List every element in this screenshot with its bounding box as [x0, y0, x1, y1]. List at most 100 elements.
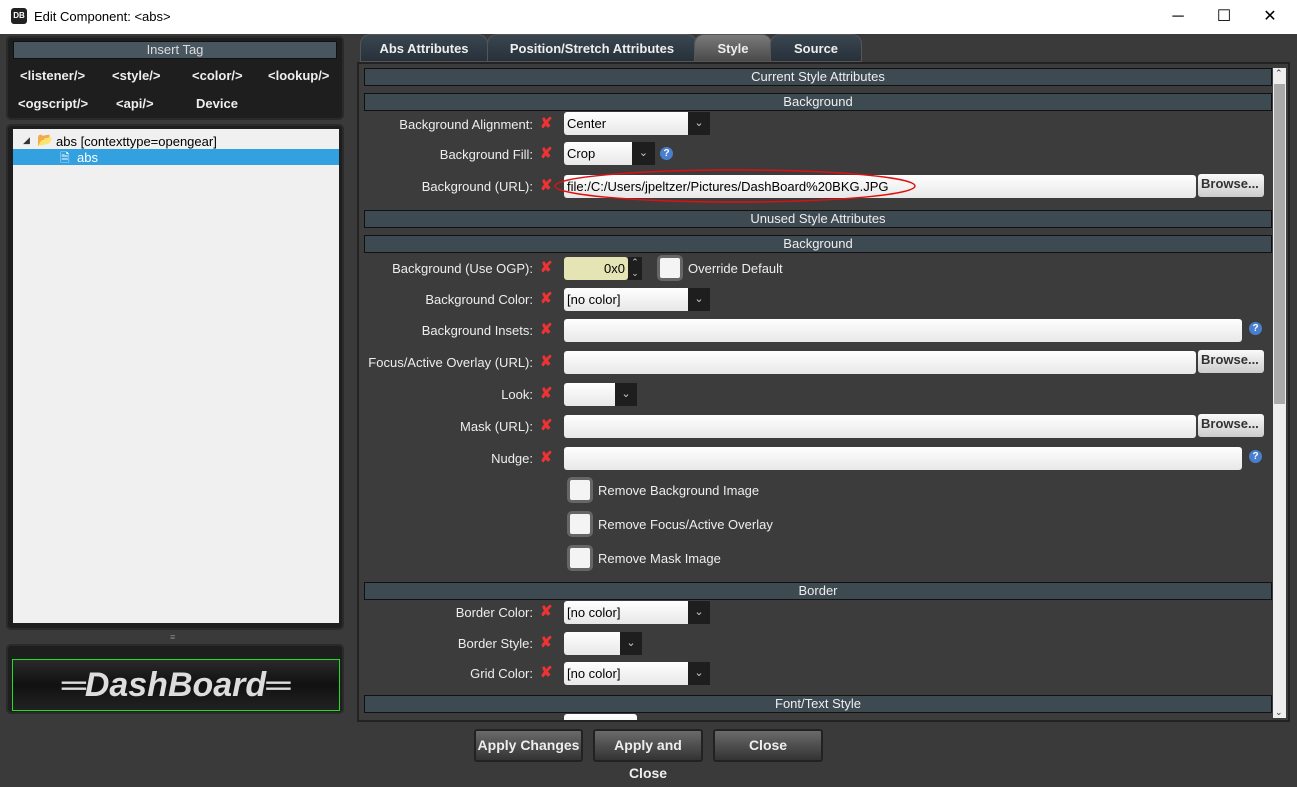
remove-icon[interactable]: ✘: [540, 633, 553, 651]
bg-alignment-select[interactable]: Center ⌄: [564, 112, 710, 135]
remove-icon[interactable]: ✘: [540, 258, 553, 276]
label-bg-alignment: Background Alignment:: [399, 117, 533, 132]
folder-icon: 📂: [37, 132, 54, 147]
remove-icon[interactable]: ✘: [540, 384, 553, 402]
override-default-label: Override Default: [688, 261, 783, 276]
remove-bg-image-label: Remove Background Image: [598, 483, 760, 498]
browse-button[interactable]: Browse...: [1198, 174, 1264, 197]
tree-node-root[interactable]: abs [contexttype=opengear]: [56, 134, 217, 149]
dashboard-logo: ═DashBoard═: [12, 659, 340, 711]
remove-icon[interactable]: ✘: [540, 663, 553, 681]
chevron-down-icon[interactable]: ⌄: [615, 383, 637, 406]
label-bg-color: Background Color:: [425, 292, 533, 307]
remove-icon[interactable]: ✘: [540, 352, 553, 370]
logo-panel: ═DashBoard═: [6, 644, 344, 714]
apply-and-close-button[interactable]: Apply and Close: [593, 729, 703, 781]
tab-abs-attributes[interactable]: Abs Attributes: [360, 34, 488, 62]
maximize-button[interactable]: ☐: [1202, 4, 1246, 30]
section-background-unused: Background: [364, 235, 1272, 253]
look-select[interactable]: ⌄: [564, 383, 637, 406]
tree-node-child: abs: [77, 150, 98, 165]
label-nudge: Nudge:: [491, 451, 533, 466]
chevron-down-icon[interactable]: ⌄: [688, 601, 710, 624]
red-annotation-ellipse: [554, 169, 916, 203]
component-tree-panel: ◢ 📂 abs [contexttype=opengear] 🗎 abs: [6, 124, 344, 630]
remove-focus-overlay-checkbox[interactable]: [567, 511, 593, 537]
nudge-input[interactable]: [564, 447, 1242, 470]
section-current: Current Style Attributes: [364, 68, 1272, 86]
section-font-text: Font/Text Style: [364, 695, 1272, 713]
spinner-arrows-icon[interactable]: ⌃ ⌄: [628, 257, 642, 280]
bg-insets-input[interactable]: [564, 319, 1242, 342]
section-border: Border: [364, 582, 1272, 600]
label-bg-fill: Background Fill:: [439, 147, 533, 162]
close-window-button[interactable]: ✕: [1248, 4, 1292, 30]
tag-style[interactable]: <style/>: [112, 68, 160, 83]
label-bg-url: Background (URL):: [421, 179, 533, 194]
label-bg-ogp: Background (Use OGP):: [392, 261, 533, 276]
help-icon[interactable]: ?: [1249, 450, 1262, 463]
section-unused: Unused Style Attributes: [364, 210, 1272, 228]
scrollbar-thumb[interactable]: [1274, 84, 1285, 404]
insert-tag-panel: Insert Tag <listener/> <style/> <color/>…: [6, 36, 344, 120]
apply-changes-button[interactable]: Apply Changes: [474, 729, 583, 762]
label-bg-insets: Background Insets:: [421, 323, 533, 338]
bg-color-select[interactable]: [no color] ⌄: [564, 288, 710, 311]
tag-listener[interactable]: <listener/>: [20, 68, 85, 83]
help-icon[interactable]: ?: [1249, 322, 1262, 335]
font-select[interactable]: [564, 714, 637, 720]
splitter-handle[interactable]: ≡: [170, 632, 175, 642]
tag-lookup[interactable]: <lookup/>: [268, 68, 329, 83]
focus-overlay-input[interactable]: [564, 351, 1196, 374]
chevron-down-icon[interactable]: ⌄: [688, 662, 710, 685]
grid-color-select[interactable]: [no color] ⌄: [564, 662, 710, 685]
bg-fill-select[interactable]: Crop ⌄: [564, 142, 655, 165]
expand-arrow-icon[interactable]: ◢: [23, 135, 30, 146]
label-focus-overlay: Focus/Active Overlay (URL):: [368, 355, 533, 370]
browse-button[interactable]: Browse...: [1198, 414, 1264, 437]
browse-button[interactable]: Browse...: [1198, 350, 1264, 373]
remove-icon[interactable]: ✘: [540, 602, 553, 620]
tab-style[interactable]: Style: [694, 34, 772, 62]
tab-source[interactable]: Source: [770, 34, 862, 62]
chevron-down-icon[interactable]: ⌄: [688, 112, 710, 135]
scroll-up-icon[interactable]: ⌃: [1275, 68, 1283, 79]
remove-icon[interactable]: ✘: [540, 448, 553, 466]
label-look: Look:: [501, 387, 533, 402]
remove-focus-overlay-label: Remove Focus/Active Overlay: [598, 517, 773, 532]
help-icon[interactable]: ?: [660, 147, 673, 160]
remove-icon[interactable]: ✘: [540, 114, 553, 132]
remove-icon[interactable]: ✘: [540, 144, 553, 162]
close-button[interactable]: Close: [713, 729, 823, 762]
insert-tag-header: Insert Tag: [13, 41, 337, 59]
chevron-down-icon[interactable]: ⌄: [632, 142, 655, 165]
mask-input[interactable]: [564, 415, 1196, 438]
override-default-checkbox[interactable]: [657, 255, 683, 281]
scroll-down-icon[interactable]: ⌄: [1275, 707, 1283, 718]
label-border-style: Border Style:: [457, 636, 533, 651]
section-background-current: Background: [364, 93, 1272, 111]
remove-icon[interactable]: ✘: [540, 289, 553, 307]
label-border-color: Border Color:: [455, 605, 533, 620]
tag-color[interactable]: <color/>: [192, 68, 243, 83]
minimize-button[interactable]: ─: [1156, 4, 1200, 30]
file-icon: 🗎: [60, 151, 70, 165]
chevron-down-icon[interactable]: ⌄: [688, 288, 710, 311]
tag-api[interactable]: <api/>: [116, 96, 154, 111]
border-color-select[interactable]: [no color] ⌄: [564, 601, 710, 624]
remove-bg-image-checkbox[interactable]: [567, 477, 593, 503]
tab-position-stretch[interactable]: Position/Stretch Attributes: [487, 34, 697, 62]
remove-icon[interactable]: ✘: [540, 320, 553, 338]
remove-mask-image-label: Remove Mask Image: [598, 551, 721, 566]
border-style-select[interactable]: ⌄: [564, 632, 642, 655]
remove-mask-image-checkbox[interactable]: [567, 545, 593, 571]
tag-device[interactable]: Device: [196, 96, 238, 111]
clipped-row: [364, 714, 1272, 720]
tag-ogscript[interactable]: <ogscript/>: [18, 96, 88, 111]
vertical-scrollbar[interactable]: ⌃ ⌄: [1273, 68, 1286, 718]
tree-node-selected[interactable]: 🗎 abs: [13, 149, 339, 165]
remove-icon[interactable]: ✘: [540, 416, 553, 434]
bg-ogp-spinner[interactable]: 0x0: [564, 257, 628, 280]
chevron-down-icon[interactable]: ⌄: [620, 632, 642, 655]
app-icon: DB: [11, 8, 27, 24]
